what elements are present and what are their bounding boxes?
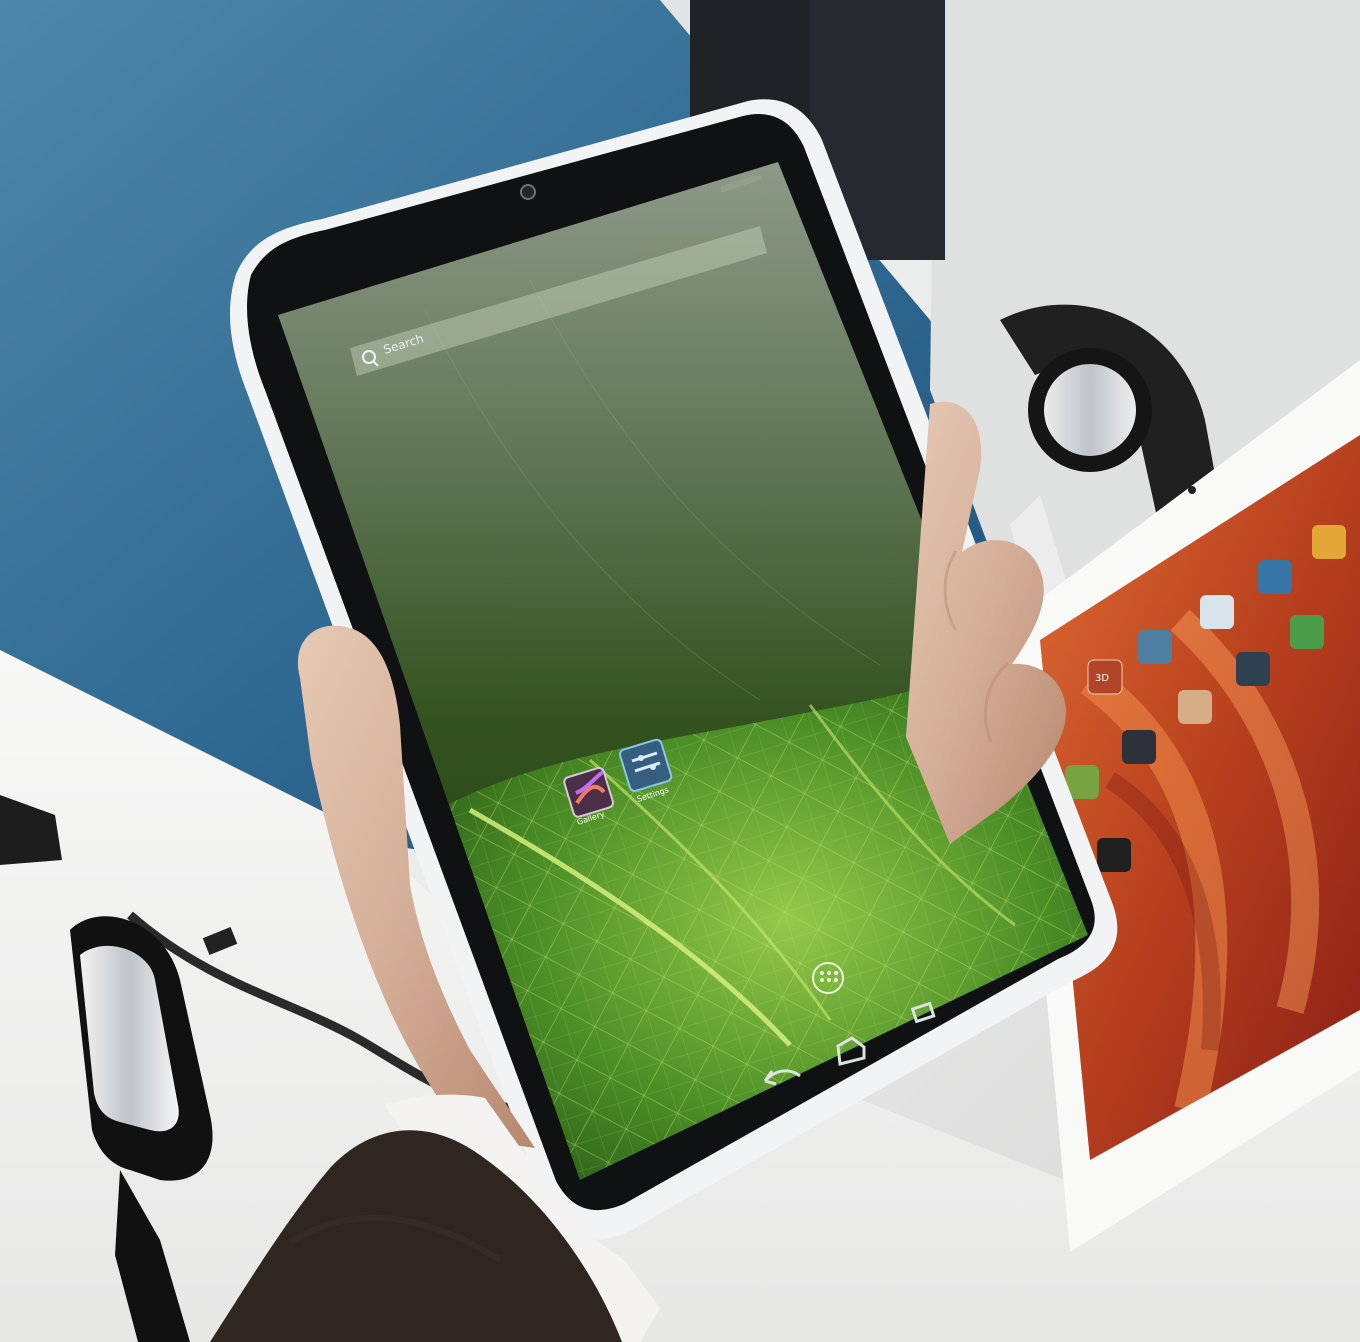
background-app-icon (1312, 525, 1346, 559)
background-app-icon (1138, 630, 1172, 664)
background-app-icon (1122, 730, 1156, 764)
background-app-icon-3d: 3D (1087, 659, 1123, 695)
background-app-icon (1258, 560, 1292, 594)
photo-scene: 3D Search Gallery Settings (0, 0, 1360, 1342)
background-app-icon (1236, 652, 1270, 686)
background-app-icon (1200, 595, 1234, 629)
background-app-icon (1178, 690, 1212, 724)
front-camera (520, 184, 536, 200)
background-app-3d-label: 3D (1095, 673, 1109, 684)
background-app-icon (1097, 838, 1131, 872)
background-app-icon (1290, 615, 1324, 649)
